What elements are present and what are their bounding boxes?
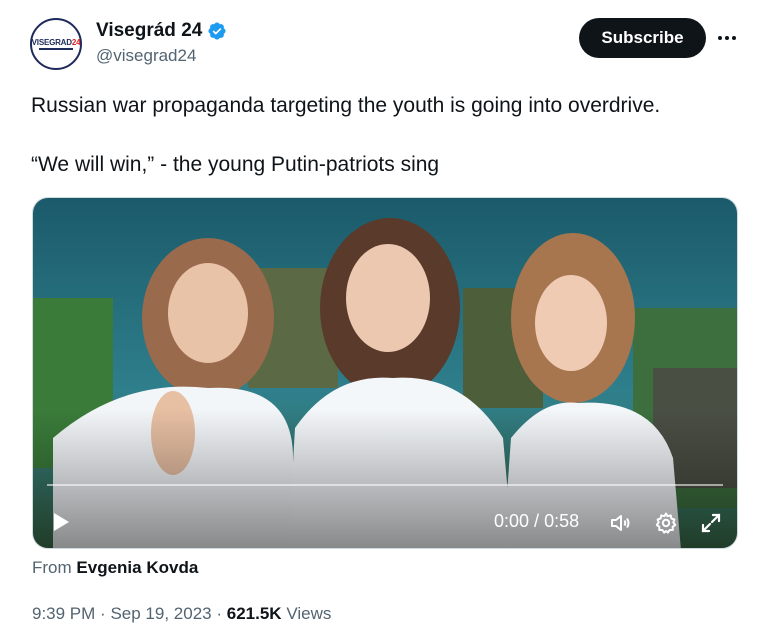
avatar-logo-text: VISEGRAD24 [31, 38, 81, 47]
fullscreen-icon[interactable] [699, 511, 723, 535]
video-time-separator: / [529, 511, 545, 531]
video-player[interactable]: 0:00 / 0:58 [32, 197, 738, 549]
play-icon[interactable] [49, 510, 73, 534]
video-progress-bar[interactable] [47, 484, 723, 486]
video-source-prefix: From [32, 558, 72, 577]
tweet-meta: 9:39 PM · Sep 19, 2023 · 621.5K Views [32, 604, 331, 624]
video-duration: 0:58 [544, 511, 580, 531]
author-name[interactable]: Visegrád 24 [96, 20, 227, 42]
views-label: Views [286, 604, 332, 623]
avatar-logo-rule [39, 48, 73, 50]
video-current-time: 0:00 [494, 511, 530, 531]
tweet-date[interactable]: Sep 19, 2023 [110, 604, 211, 623]
subscribe-button[interactable]: Subscribe [579, 18, 706, 58]
video-time: 0:00 / 0:58 [494, 511, 579, 532]
author-avatar[interactable]: VISEGRAD24 [30, 18, 82, 70]
tweet-card: VISEGRAD24 Visegrád 24 @visegrad24 Subsc… [0, 0, 759, 639]
verified-badge-icon [208, 22, 226, 40]
video-source: From Evgenia Kovda [32, 558, 198, 578]
tweet-text-line-2: “We will win,” - the young Putin-patriot… [31, 153, 440, 176]
video-frame [33, 198, 737, 548]
meta-dot: · [100, 604, 106, 623]
author-name-text[interactable]: Visegrád 24 [96, 20, 202, 42]
tweet-text-line-1: Russian war propaganda targeting the you… [31, 94, 661, 117]
tweet-time[interactable]: 9:39 PM [32, 604, 95, 623]
video-source-name[interactable]: Evgenia Kovda [76, 558, 198, 577]
volume-icon[interactable] [609, 511, 633, 535]
meta-dot: · [216, 604, 223, 623]
more-horizontal-icon[interactable] [714, 27, 740, 49]
settings-gear-icon[interactable] [654, 511, 678, 535]
views-count: 621.5K [226, 604, 282, 623]
author-handle[interactable]: @visegrad24 [96, 46, 196, 66]
